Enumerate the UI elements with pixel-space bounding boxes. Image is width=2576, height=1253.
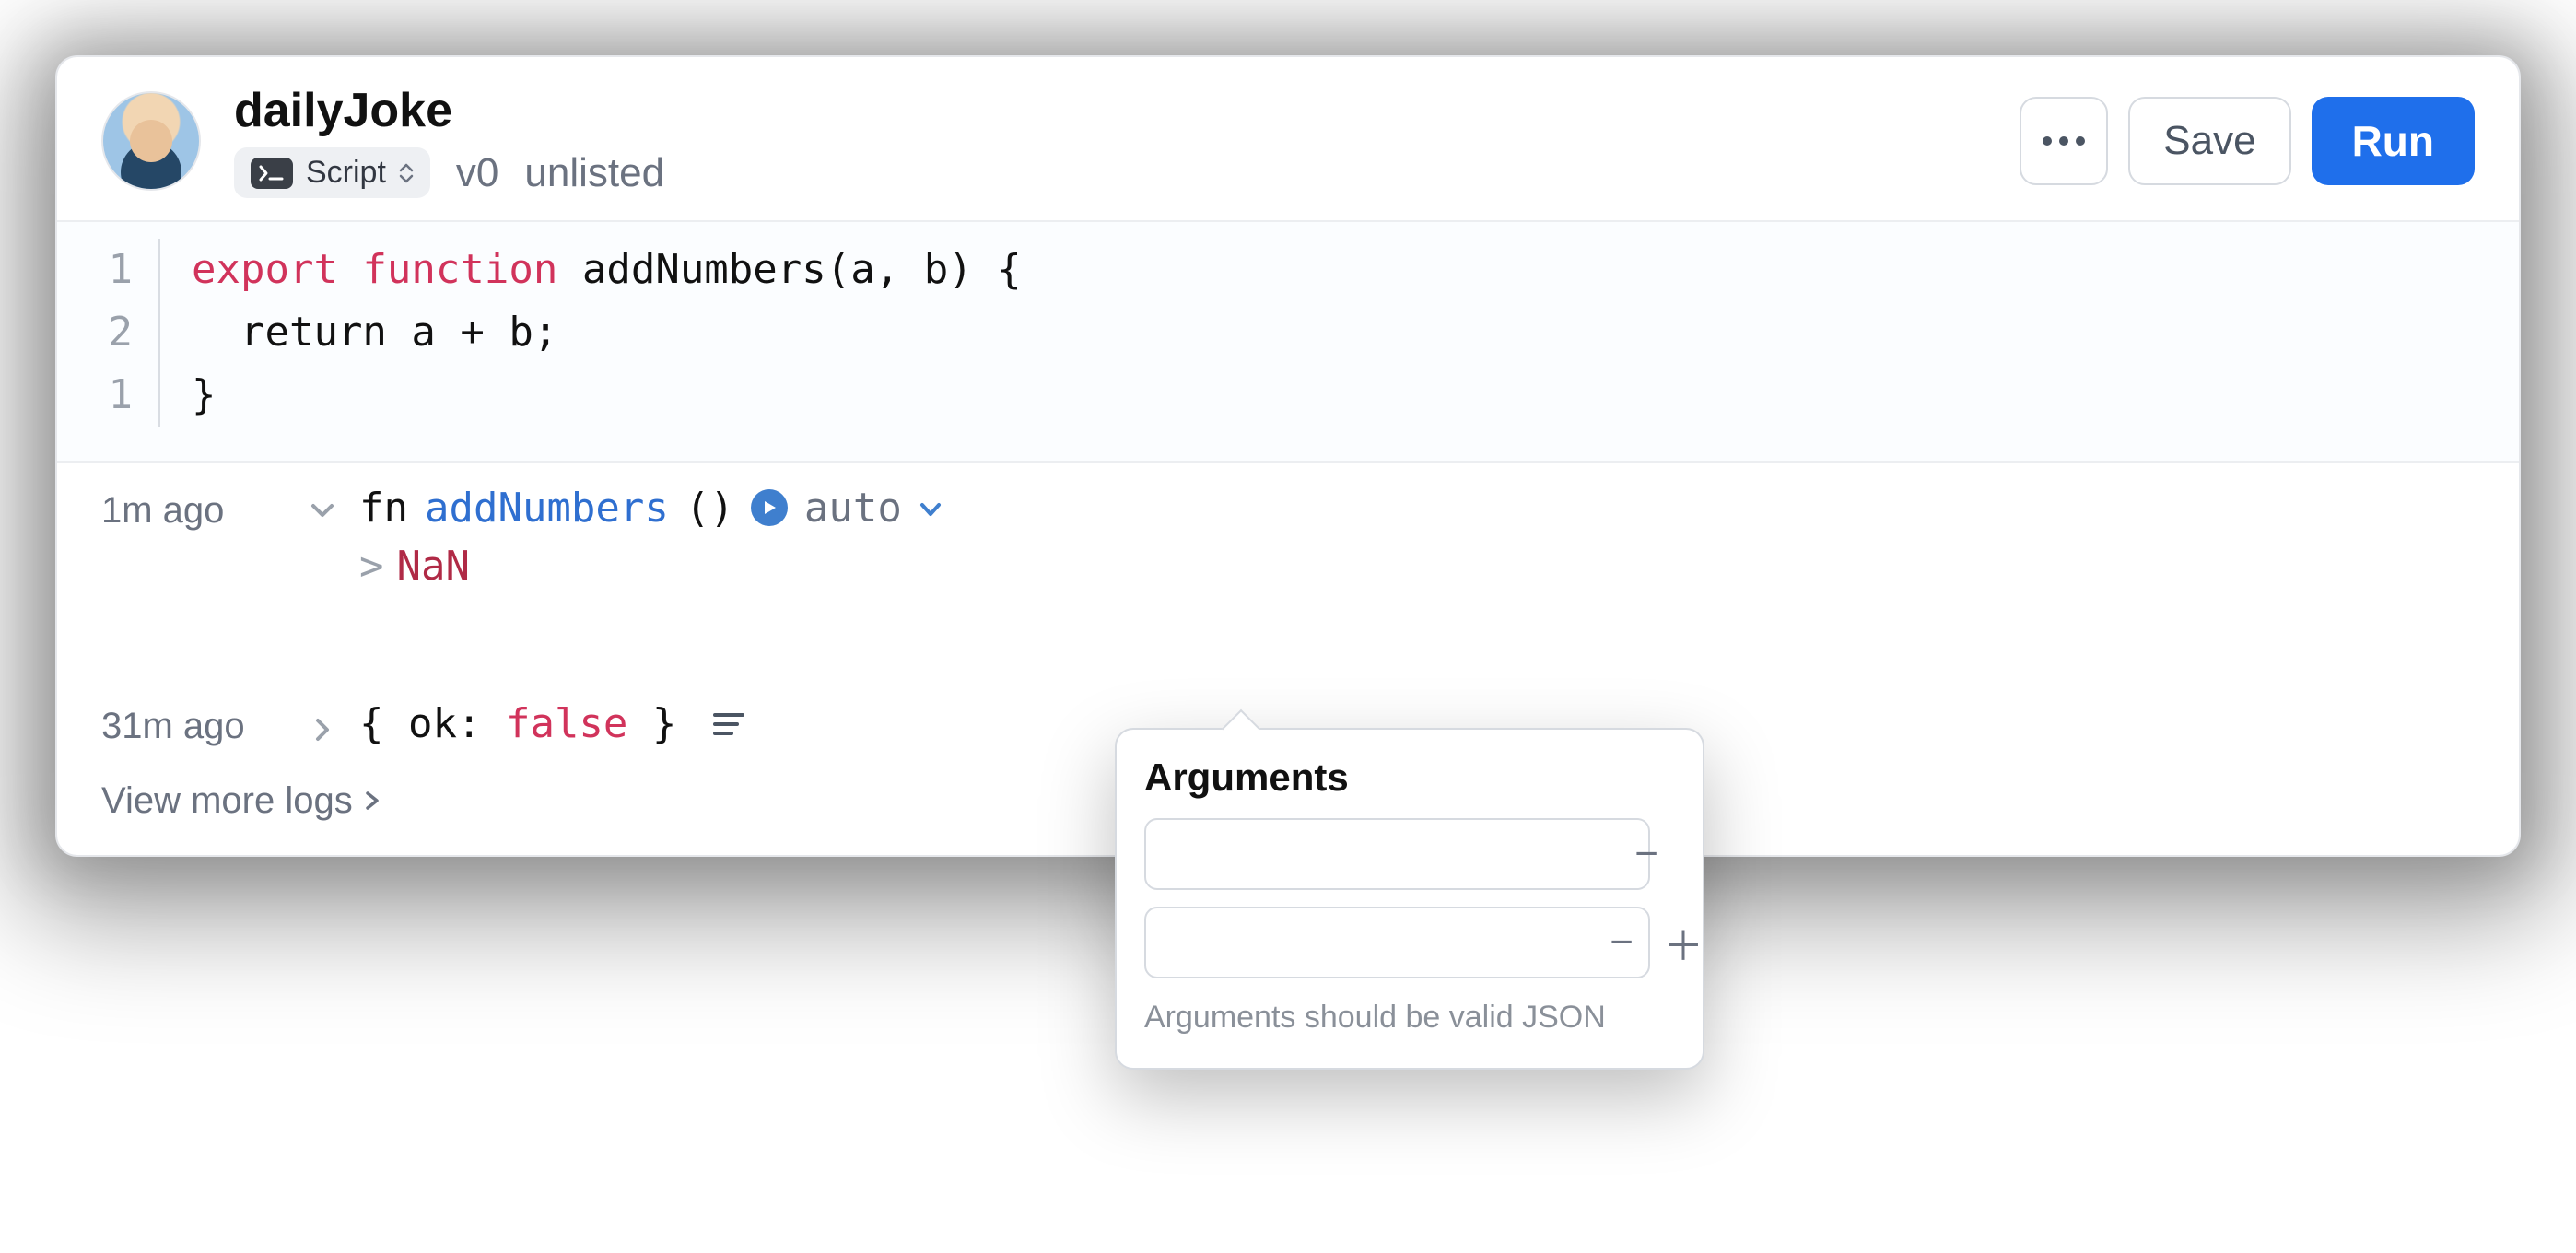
popover-title: Arguments bbox=[1144, 755, 1675, 800]
output-value: NaN bbox=[397, 543, 470, 590]
terminal-icon bbox=[251, 158, 293, 189]
add-argument-button[interactable]: ＋ bbox=[1663, 920, 1704, 965]
remove-argument-button-1[interactable]: − bbox=[1610, 919, 1633, 966]
log-entry-latest: 1m ago fn addNumbers () auto bbox=[101, 485, 2475, 590]
script-type-selector[interactable]: Script bbox=[234, 147, 430, 198]
fn-keyword: fn bbox=[359, 485, 408, 532]
mode-label[interactable]: auto bbox=[804, 485, 902, 532]
mode-chevron-down-icon[interactable] bbox=[919, 485, 943, 532]
title-block: dailyJoke Script v0 unlisted bbox=[234, 83, 664, 198]
more-button[interactable] bbox=[2020, 97, 2108, 185]
script-type-label: Script bbox=[306, 155, 386, 191]
ellipsis-icon bbox=[2042, 135, 2086, 146]
arguments-popover: Arguments − − ＋ Arguments should be vali… bbox=[1115, 728, 1704, 1070]
line-number: 2 bbox=[57, 301, 160, 364]
argument-row-0: − bbox=[1144, 818, 1675, 890]
chevron-right-icon bbox=[362, 790, 382, 811]
code-line[interactable]: 2 return a + b; bbox=[57, 301, 2519, 364]
visibility-label[interactable]: unlisted bbox=[524, 150, 664, 196]
argument-input-1[interactable] bbox=[1144, 907, 1650, 978]
save-button[interactable]: Save bbox=[2128, 97, 2290, 185]
header: dailyJoke Script v0 unlisted bbox=[57, 57, 2519, 222]
result-expression: { ok: false } bbox=[359, 700, 676, 747]
line-number: 1 bbox=[57, 364, 160, 427]
avatar[interactable] bbox=[101, 91, 201, 191]
call-line: fn addNumbers () auto bbox=[359, 485, 943, 532]
output-line: > NaN bbox=[359, 543, 943, 590]
remove-argument-button-0[interactable]: − bbox=[1634, 831, 1658, 877]
output-caret: > bbox=[359, 543, 384, 590]
log-timestamp: 1m ago bbox=[101, 485, 286, 532]
collapse-toggle[interactable] bbox=[306, 485, 339, 523]
run-button[interactable]: Run bbox=[2312, 97, 2475, 185]
version-label[interactable]: v0 bbox=[456, 150, 498, 196]
play-icon[interactable] bbox=[751, 489, 788, 526]
code-line[interactable]: 1export function addNumbers(a, b) { bbox=[57, 239, 2519, 301]
argument-input-0[interactable] bbox=[1144, 818, 1650, 890]
code-text[interactable]: export function addNumbers(a, b) { bbox=[160, 239, 1022, 301]
script-title: dailyJoke bbox=[234, 83, 664, 138]
logs-icon[interactable] bbox=[713, 700, 744, 747]
expand-toggle[interactable] bbox=[306, 704, 339, 743]
code-line[interactable]: 1} bbox=[57, 364, 2519, 427]
argument-row-1: − ＋ bbox=[1144, 907, 1675, 978]
line-number: 1 bbox=[57, 239, 160, 301]
popover-help-text: Arguments should be valid JSON bbox=[1144, 995, 1675, 1040]
fn-name[interactable]: addNumbers bbox=[425, 485, 669, 532]
meta-row: Script v0 unlisted bbox=[234, 147, 664, 198]
fn-parens: () bbox=[685, 485, 734, 532]
code-editor[interactable]: 1export function addNumbers(a, b) {2 ret… bbox=[57, 222, 2519, 463]
updown-icon bbox=[399, 163, 414, 183]
code-text[interactable]: return a + b; bbox=[160, 301, 557, 364]
log-timestamp: 31m ago bbox=[101, 700, 286, 747]
code-text[interactable]: } bbox=[160, 364, 217, 427]
